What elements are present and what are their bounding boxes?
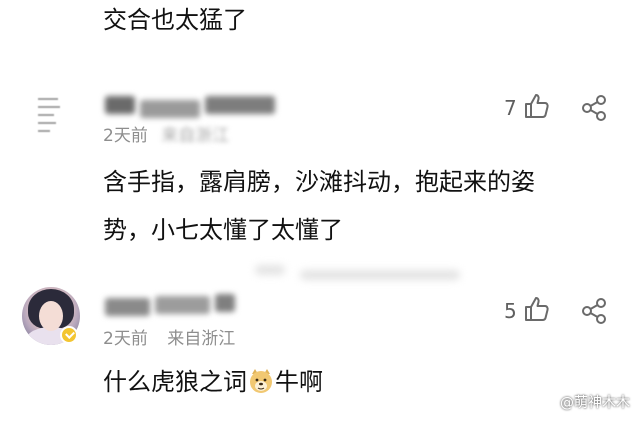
share-icon[interactable] [580, 297, 608, 325]
ghost-mark [255, 265, 285, 275]
comment-meta: 2天前 来自浙江 [103, 324, 235, 349]
comment-text-before-emoji: 什么虎狼之词 [103, 368, 247, 396]
comment-feed: 交合也太猛了 2天前 来自浙江 7 含手指，露肩膀，沙滩抖动，抱起来的姿 势，小… [0, 0, 640, 426]
like-count: 7 [504, 96, 517, 120]
watermark-text: @萌神木木 [560, 395, 630, 411]
comment-text: 含手指，露肩膀，沙滩抖动，抱起来的姿 势，小七太懂了太懂了 [103, 158, 623, 254]
watermark: @萌神木木 [541, 392, 630, 412]
comment-location: 来自浙江 [161, 126, 230, 146]
comment-location: 来自浙江 [167, 329, 236, 349]
comment-text-line: 含手指，露肩膀，沙滩抖动，抱起来的姿 [103, 168, 535, 196]
verified-badge-icon [60, 326, 78, 344]
comment-time: 2天前 [103, 329, 148, 349]
comment-text-line: 势，小七太懂了太懂了 [103, 216, 343, 244]
avatar[interactable] [22, 86, 78, 142]
doge-emoji-icon [250, 369, 272, 393]
ghost-mark [300, 270, 460, 280]
comment-time: 2天前 [103, 126, 148, 146]
thumbs-up-icon[interactable] [522, 92, 550, 120]
comment-text-after-emoji: 牛啊 [275, 368, 323, 396]
comment-text-top: 交合也太猛了 [103, 6, 247, 34]
thumbs-up-icon[interactable] [522, 295, 550, 323]
comment-meta: 2天前 来自浙江 [103, 121, 229, 146]
toutiao-logo-icon [541, 396, 557, 408]
share-icon[interactable] [580, 94, 608, 122]
like-count: 5 [504, 299, 517, 323]
